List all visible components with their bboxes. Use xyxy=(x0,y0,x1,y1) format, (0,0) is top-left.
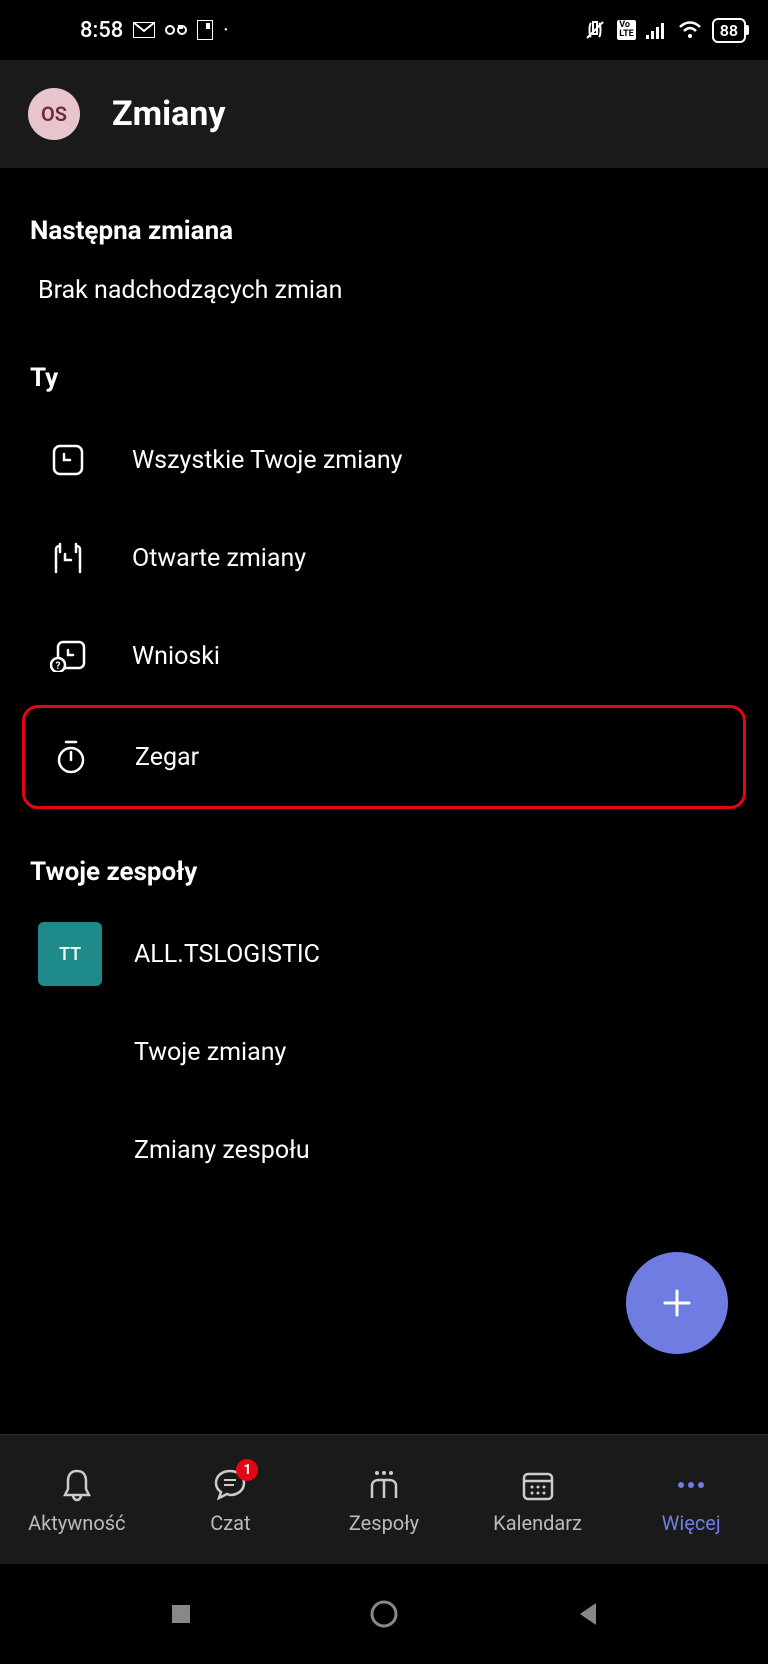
list-item-label: Zmiany zespołu xyxy=(134,1136,310,1165)
calendar-nav-icon xyxy=(521,1469,555,1501)
avatar[interactable]: OS xyxy=(28,88,80,140)
system-nav xyxy=(0,1564,768,1664)
bell-icon xyxy=(60,1467,94,1503)
nav-teams[interactable]: Zespoły xyxy=(307,1435,461,1564)
nav-label: Kalendarz xyxy=(493,1511,582,1535)
team-your-shifts-item[interactable]: Twoje zmiany xyxy=(0,1003,768,1101)
calendar-icon xyxy=(50,444,86,476)
requests-icon: ? xyxy=(50,640,86,672)
nav-label: Więcej xyxy=(662,1511,721,1535)
list-item-label: Wszystkie Twoje zmiany xyxy=(132,446,402,475)
team-avatar: TT xyxy=(38,922,102,986)
app-header: OS Zmiany xyxy=(0,60,768,168)
home-button[interactable] xyxy=(364,1594,404,1634)
clock-item-highlight: Zegar xyxy=(22,705,746,809)
requests-item[interactable]: ? Wnioski xyxy=(0,607,768,705)
all-your-shifts-item[interactable]: Wszystkie Twoje zmiany xyxy=(0,411,768,509)
list-item-label: Wnioski xyxy=(132,642,220,671)
recent-apps-button[interactable] xyxy=(161,1594,201,1634)
page-title: Zmiany xyxy=(112,94,225,134)
chat-badge: 1 xyxy=(236,1459,258,1481)
stopwatch-icon xyxy=(53,740,89,774)
open-shift-icon xyxy=(50,542,86,574)
open-shifts-item[interactable]: Otwarte zmiany xyxy=(0,509,768,607)
teams-icon xyxy=(364,1468,404,1502)
status-dot: · xyxy=(223,20,228,41)
sim-icon xyxy=(197,20,213,40)
wifi-icon xyxy=(678,21,702,39)
content: Następna zmiana Brak nadchodzących zmian… xyxy=(0,168,768,1199)
list-item-label: Zegar xyxy=(135,743,199,772)
clock-item[interactable]: Zegar xyxy=(25,708,743,806)
battery-level: 88 xyxy=(720,21,738,40)
more-icon xyxy=(674,1480,708,1490)
next-shift-title: Następna zmiana xyxy=(0,168,768,264)
voicemail-icon xyxy=(165,23,187,37)
nav-calendar[interactable]: Kalendarz xyxy=(461,1435,615,1564)
you-section-title: Ty xyxy=(0,315,768,411)
team-shifts-item[interactable]: Zmiany zespołu xyxy=(0,1101,768,1199)
status-left: 8:58 · xyxy=(80,18,228,43)
signal-icon xyxy=(646,21,668,39)
avatar-initials: OS xyxy=(41,102,67,126)
nav-label: Czat xyxy=(210,1511,250,1535)
svg-text:?: ? xyxy=(56,661,61,672)
volte-icon: VoLTE xyxy=(617,20,636,40)
teams-section-title: Twoje zespoły xyxy=(0,809,768,905)
nav-chat[interactable]: 1 Czat xyxy=(154,1435,308,1564)
team-name: ALL.TSLOGISTIC xyxy=(134,940,320,969)
status-time: 8:58 xyxy=(80,18,123,43)
bottom-nav: Aktywność 1 Czat Zespoły Kalendarz Więce… xyxy=(0,1434,768,1564)
gmail-icon xyxy=(133,22,155,38)
nav-label: Zespoły xyxy=(349,1511,419,1535)
status-right: VoLTE 88 xyxy=(583,18,746,43)
nav-activity[interactable]: Aktywność xyxy=(0,1435,154,1564)
plus-icon xyxy=(659,1285,695,1321)
nav-more[interactable]: Więcej xyxy=(614,1435,768,1564)
list-item-label: Otwarte zmiany xyxy=(132,544,306,573)
add-button[interactable] xyxy=(626,1252,728,1354)
vibrate-icon xyxy=(583,20,607,40)
list-item-label: Twoje zmiany xyxy=(134,1038,286,1067)
battery-icon: 88 xyxy=(712,18,746,43)
back-button[interactable] xyxy=(567,1594,607,1634)
nav-label: Aktywność xyxy=(28,1511,125,1535)
status-bar: 8:58 · VoLTE 88 xyxy=(0,0,768,60)
team-item[interactable]: TT ALL.TSLOGISTIC xyxy=(0,905,768,1003)
team-initials: TT xyxy=(59,944,81,965)
next-shift-message: Brak nadchodzących zmian xyxy=(0,264,768,315)
